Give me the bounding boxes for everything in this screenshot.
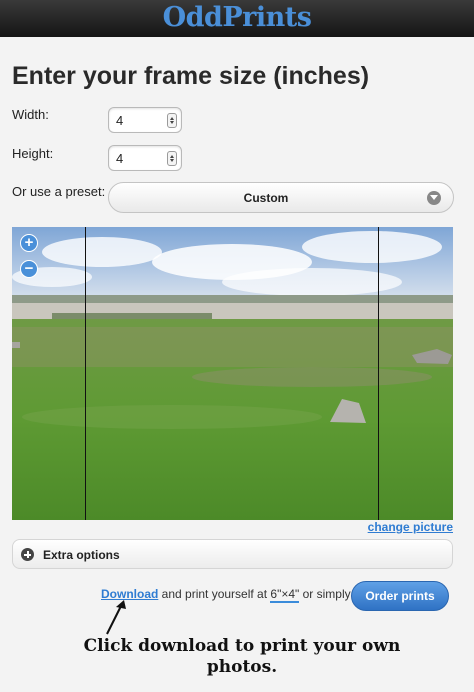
download-line: Download and print yourself at 6"×4" or … — [101, 587, 351, 603]
height-stepper[interactable]: 4 — [108, 145, 182, 171]
photo-crop-area[interactable]: + − — [12, 227, 453, 520]
width-stepper[interactable]: 4 — [108, 107, 182, 133]
download-text-tail: or simply — [299, 587, 351, 601]
page-title: Enter your frame size (inches) — [12, 62, 370, 90]
zoom-in-button[interactable]: + — [20, 234, 38, 252]
height-label: Height: — [12, 146, 54, 161]
print-size: 6"×4" — [270, 587, 300, 603]
download-text: and print yourself at — [158, 587, 271, 601]
order-prints-button[interactable]: Order prints — [351, 581, 449, 611]
chevron-down-icon — [427, 191, 441, 205]
annotation-caption: Click download to print your own photos. — [83, 636, 401, 677]
preset-label: Or use a preset: — [12, 184, 106, 199]
landscape-photo — [12, 227, 453, 520]
crop-guide-left[interactable] — [85, 227, 86, 520]
site-logo[interactable]: OddPrints — [163, 2, 312, 33]
extra-options-label: Extra options — [43, 548, 120, 562]
change-picture-link[interactable]: change picture — [368, 520, 453, 534]
preset-selected-value: Custom — [243, 191, 289, 205]
spinner-arrows-icon[interactable] — [167, 113, 177, 128]
preset-select[interactable]: Custom — [108, 182, 454, 213]
top-bar: OddPrints — [0, 0, 474, 37]
width-label: Width: — [12, 107, 49, 122]
spinner-arrows-icon[interactable] — [167, 151, 177, 166]
arrow-icon — [106, 600, 126, 635]
extra-options-toggle[interactable]: Extra options — [12, 539, 453, 569]
zoom-out-button[interactable]: − — [20, 260, 38, 278]
crop-guide-right[interactable] — [378, 227, 379, 520]
plus-icon — [21, 548, 34, 561]
height-value[interactable]: 4 — [116, 151, 123, 166]
width-value[interactable]: 4 — [116, 113, 123, 128]
